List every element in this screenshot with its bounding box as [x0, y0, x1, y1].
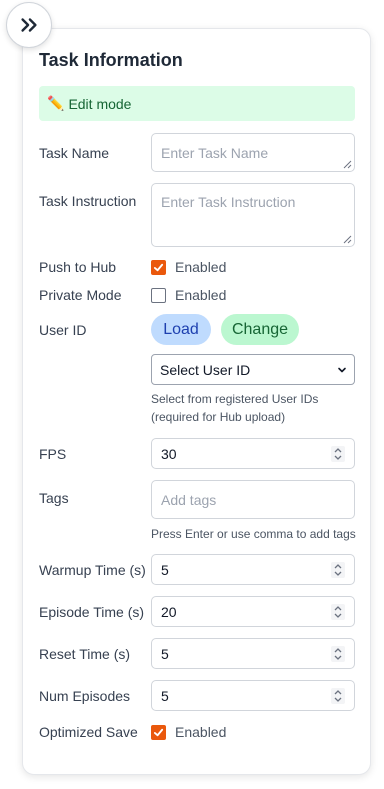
tags-help: Press Enter or use comma to add tags — [151, 527, 356, 541]
spinner-arrows-icon[interactable] — [331, 561, 345, 578]
private-mode-label: Private Mode — [39, 287, 122, 303]
task-name-input[interactable]: Enter Task Name — [151, 133, 355, 172]
user-id-label: User ID — [39, 322, 87, 338]
push-to-hub-text: Enabled — [175, 259, 227, 275]
task-name-label: Task Name — [39, 145, 110, 161]
edit-mode-text: Edit mode — [68, 95, 132, 112]
private-mode-checkbox[interactable] — [151, 287, 166, 303]
resize-handle-icon[interactable] — [343, 160, 352, 169]
episode-time-value: 20 — [161, 603, 177, 620]
reset-time-input[interactable]: 5 — [151, 638, 355, 669]
reset-time-label: Reset Time (s) — [39, 646, 131, 662]
episode-time-label: Episode Time (s) — [39, 604, 145, 620]
num-episodes-value: 5 — [161, 687, 169, 704]
change-button[interactable]: Change — [221, 314, 299, 345]
collapse-panel-button[interactable] — [6, 2, 52, 48]
episode-time-input[interactable]: 20 — [151, 596, 355, 627]
tags-input[interactable]: Add tags — [151, 480, 355, 519]
spinner-arrows-icon[interactable] — [331, 645, 345, 662]
user-id-select[interactable]: Select User ID — [151, 354, 355, 385]
spinner-arrows-icon[interactable] — [331, 445, 345, 462]
private-mode-text: Enabled — [175, 287, 227, 303]
warmup-time-value: 5 — [161, 561, 169, 578]
check-icon — [153, 263, 164, 271]
private-mode-toggle[interactable]: Enabled — [151, 287, 226, 303]
num-episodes-label: Num Episodes — [39, 688, 131, 704]
user-id-select-value: Select User ID — [160, 361, 251, 378]
spinner-arrows-icon[interactable] — [331, 603, 345, 620]
push-to-hub-checkbox[interactable] — [151, 259, 166, 275]
push-to-hub-label: Push to Hub — [39, 259, 117, 275]
fps-input[interactable]: 30 — [151, 438, 355, 469]
resize-handle-icon[interactable] — [343, 235, 352, 244]
user-id-help-line1: Select from registered User IDs — [151, 392, 319, 406]
warmup-time-input[interactable]: 5 — [151, 554, 355, 585]
optimized-save-label: Optimized Save — [39, 724, 138, 740]
task-instruction-input[interactable]: Enter Task Instruction — [151, 183, 355, 247]
load-button[interactable]: Load — [151, 314, 211, 345]
task-info-panel: Task Information ✏️ Edit mode Task Name … — [22, 28, 371, 775]
optimized-save-toggle[interactable]: Enabled — [151, 724, 226, 740]
reset-time-value: 5 — [161, 645, 169, 662]
optimized-save-checkbox[interactable] — [151, 724, 166, 740]
edit-mode-banner: ✏️ Edit mode — [39, 86, 355, 121]
panel-title: Task Information — [39, 50, 183, 70]
spinner-arrows-icon[interactable] — [331, 687, 345, 704]
warmup-time-label: Warmup Time (s) — [39, 562, 146, 578]
tags-placeholder: Add tags — [161, 491, 217, 508]
task-name-placeholder: Enter Task Name — [161, 144, 269, 161]
chevrons-right-icon — [21, 18, 37, 32]
optimized-save-text: Enabled — [175, 724, 227, 740]
fps-value: 30 — [161, 445, 177, 462]
task-instruction-label: Task Instruction — [39, 193, 137, 209]
tags-label: Tags — [39, 490, 69, 506]
push-to-hub-toggle[interactable]: Enabled — [151, 259, 226, 275]
num-episodes-input[interactable]: 5 — [151, 680, 355, 711]
fps-label: FPS — [39, 446, 67, 462]
user-id-help-line2: (required for Hub upload) — [151, 410, 286, 424]
chevron-down-icon — [338, 367, 346, 373]
pencil-icon: ✏️ — [47, 95, 65, 111]
check-icon — [153, 728, 164, 736]
task-instruction-placeholder: Enter Task Instruction — [161, 194, 296, 210]
